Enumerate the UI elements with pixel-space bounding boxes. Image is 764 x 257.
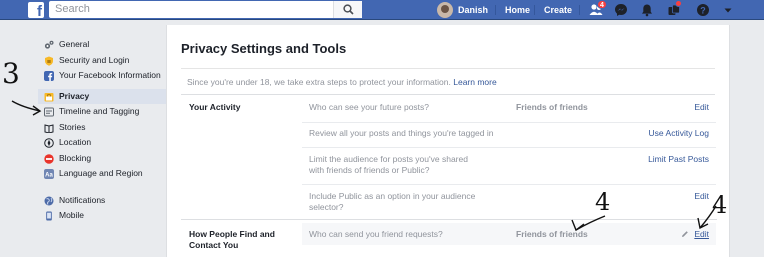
account-menu-caret-icon[interactable] <box>721 3 735 17</box>
setting-row-review-posts[interactable]: Review all your posts and things you're … <box>302 122 716 147</box>
sidebar-item-privacy[interactable]: Privacy <box>38 88 166 104</box>
profile-name-link[interactable]: Danish <box>458 0 488 20</box>
nav-divider <box>579 5 580 15</box>
nav-divider <box>495 5 496 15</box>
use-activity-log-button[interactable]: Use Activity Log <box>649 128 709 138</box>
sidebar-item-blocking[interactable]: Blocking <box>38 151 166 167</box>
setting-question: Who can see your future posts? <box>309 102 430 112</box>
help-question-icon[interactable]: ? <box>696 3 710 17</box>
divider <box>181 68 715 69</box>
sidebar-item-security[interactable]: Security and Login <box>38 53 166 69</box>
setting-question: Who can send you friend requests? <box>309 229 443 239</box>
setting-value: Friends of friends <box>516 102 588 112</box>
setting-row-public-option[interactable]: Include Public as an option in your audi… <box>302 184 716 220</box>
privacy-settings-panel: Privacy Settings and Tools Since you're … <box>166 25 730 257</box>
sidebar-item-timeline-and-tagging[interactable]: Timeline and Tagging <box>38 104 166 120</box>
sidebar-item-mobile[interactable]: Mobile <box>38 208 166 224</box>
language-icon: Aa <box>44 169 54 179</box>
svg-text:Aa: Aa <box>45 173 53 179</box>
sidebar-item-label: Your Facebook Information <box>59 70 161 80</box>
sidebar-item-label: Mobile <box>59 210 85 220</box>
setting-question: Review all your posts and things you're … <box>309 128 494 138</box>
sidebar-item-label: Location <box>59 137 92 147</box>
sidebar-item-your-facebook-information[interactable]: Your Facebook Information <box>38 68 166 84</box>
section-divider <box>181 219 717 220</box>
section-title-your-activity: Your Activity <box>189 102 241 112</box>
search-icon <box>343 4 354 15</box>
search-input[interactable]: Search <box>49 1 362 18</box>
notifications-bell-icon[interactable] <box>640 3 654 17</box>
handwritten-number: 4 <box>712 191 728 219</box>
gears-icon <box>44 40 54 49</box>
pencil-icon <box>682 231 688 237</box>
svg-text:?: ? <box>700 6 706 16</box>
under-18-notice: Since you're under 18, we take extra ste… <box>187 77 497 87</box>
sidebar-item-general[interactable]: General <box>38 37 166 53</box>
sidebar-item-label: Blocking <box>59 152 92 163</box>
setting-row-friend-requests[interactable]: Who can send you friend requests? Friend… <box>302 223 716 245</box>
home-link[interactable]: Home <box>505 0 530 20</box>
top-navigation-bar: f Search Danish Home Create 4 ? <box>0 0 764 20</box>
sidebar-item-label: Timeline and Tagging <box>59 106 140 116</box>
facebook-logo-icon[interactable]: f <box>28 2 44 18</box>
search-button[interactable] <box>333 1 362 18</box>
sidebar-item-label: Privacy <box>59 90 90 101</box>
nav-divider <box>534 5 535 15</box>
sidebar-item-label: Notifications <box>59 194 106 205</box>
create-link[interactable]: Create <box>544 0 572 20</box>
learn-more-link[interactable]: Learn more <box>453 77 496 87</box>
sidebar-item-language-and-region[interactable]: Aa Language and Region <box>38 166 166 182</box>
sidebar-item-location[interactable]: Location <box>38 135 166 151</box>
handwritten-number: 4 <box>595 188 611 216</box>
globe-icon <box>44 196 54 205</box>
block-icon <box>44 153 54 164</box>
limit-past-posts-button[interactable]: Limit Past Posts <box>648 154 709 164</box>
sidebar-item-label: General <box>59 39 90 49</box>
setting-row-limit-past-posts[interactable]: Limit the audience for posts you've shar… <box>302 147 716 184</box>
sidebar-item-notifications[interactable]: Notifications <box>38 193 166 209</box>
settings-sidebar: General Security and Login Your Facebook… <box>38 37 166 224</box>
avatar[interactable] <box>437 2 453 18</box>
edit-button[interactable]: Edit <box>694 102 709 112</box>
sidebar-item-stories[interactable]: Stories <box>38 120 166 136</box>
compass-icon <box>44 138 54 148</box>
mobile-icon <box>46 211 52 221</box>
quick-help-dot <box>675 0 682 7</box>
sidebar-item-label: Security and Login <box>59 54 130 65</box>
setting-question: Limit the audience for posts you've shar… <box>309 154 468 175</box>
setting-row-future-posts[interactable]: Who can see your future posts? Friends o… <box>302 95 716 121</box>
page-title: Privacy Settings and Tools <box>181 41 347 56</box>
notice-text: Since you're under 18, we take extra ste… <box>187 77 451 87</box>
sidebar-item-label: Stories <box>59 121 86 132</box>
handwritten-number: 3 <box>2 57 20 90</box>
section-title-how-people-find-you: How People Find and Contact You <box>189 229 275 250</box>
sidebar-item-label: Language and Region <box>59 168 143 178</box>
messenger-icon[interactable] <box>614 3 628 17</box>
setting-question: Include Public as an option in your audi… <box>309 191 476 212</box>
friend-requests-badge: 4 <box>597 0 607 9</box>
